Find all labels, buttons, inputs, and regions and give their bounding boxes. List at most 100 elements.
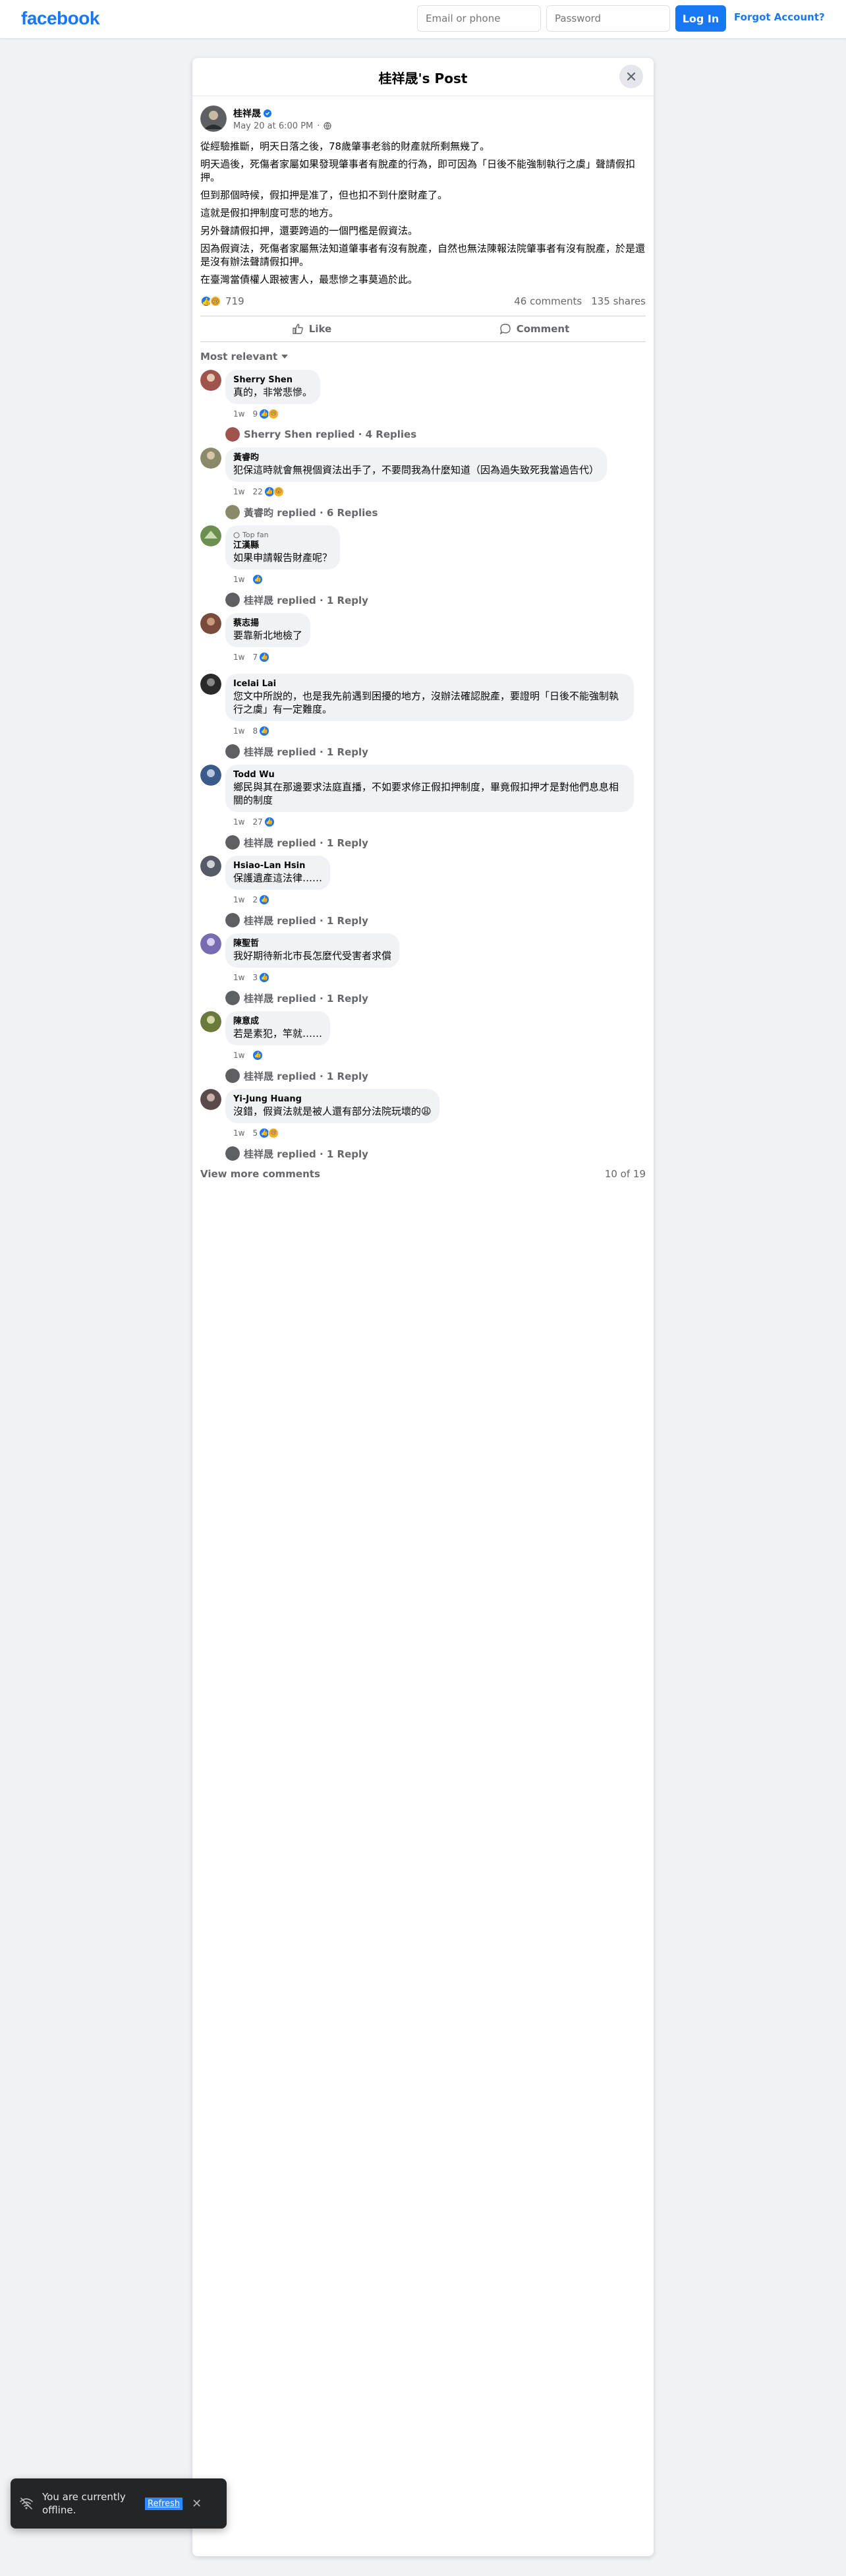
- like-reaction-icon: 👍: [259, 652, 270, 662]
- comment-sort-dropdown[interactable]: Most relevant: [200, 349, 646, 365]
- commenter-avatar[interactable]: [200, 613, 221, 634]
- forgot-account-link[interactable]: Forgot Account?: [734, 11, 825, 23]
- comment-reactions[interactable]: 👍: [252, 574, 264, 585]
- comment-reactions[interactable]: 27 👍: [252, 817, 275, 827]
- view-replies-link[interactable]: 桂祥晟 replied · 1 Reply: [225, 1146, 646, 1161]
- commenter-name[interactable]: 陳意成: [233, 1016, 322, 1027]
- view-replies-link[interactable]: 桂祥晟 replied · 1 Reply: [225, 1068, 646, 1084]
- password-field[interactable]: [546, 5, 670, 32]
- comment-item: 陳聖哲 我好期待新北市長怎麼代受害者求償 1w 3 👍: [200, 933, 646, 985]
- like-button[interactable]: Like: [200, 316, 423, 341]
- close-toast-icon[interactable]: ✕: [192, 2497, 202, 2511]
- comment-time[interactable]: 1w: [233, 575, 244, 584]
- comment-item: 黃睿昀 犯保這時就會無視個資法出手了，不要問我為什麼知道（因為過失致死我當過告代）…: [200, 448, 646, 499]
- comment-reactions[interactable]: 5 👍 😢: [252, 1128, 279, 1138]
- post-paragraph: 明天過後，死傷者家屬如果發現肇事者有脫產的行為，即可因為「日後不能強制執行之虞」…: [200, 158, 636, 183]
- top-fan-badge: Top fan: [233, 531, 332, 539]
- reaction-count: 719: [225, 295, 244, 307]
- refresh-link[interactable]: Refresh: [145, 2497, 183, 2510]
- dialog-header: 桂祥晟's Post: [192, 58, 654, 96]
- commenter-avatar[interactable]: [200, 525, 221, 546]
- commenter-name[interactable]: 蔡志揚: [233, 618, 302, 629]
- view-replies-link[interactable]: 桂祥晟 replied · 1 Reply: [225, 912, 646, 928]
- comment-text: 要靠新北地檢了: [233, 629, 303, 641]
- author-name[interactable]: 桂祥晟: [233, 107, 261, 120]
- commenter-name[interactable]: 黃睿昀: [233, 453, 599, 463]
- comment-text: 保護遺產這法律……: [233, 872, 323, 884]
- like-reaction-icon: 👍: [264, 817, 275, 827]
- comment-time[interactable]: 1w: [233, 726, 244, 736]
- comment-reactions[interactable]: 2 👍: [252, 894, 270, 905]
- thumbs-up-icon: [293, 324, 303, 334]
- comment-item: 陳意成 若是素犯，竿就…… 1w 👍: [200, 1011, 646, 1063]
- comment-text: 如果申請報告財產呢？: [233, 552, 333, 564]
- commenter-avatar[interactable]: [200, 370, 221, 391]
- view-more-comments-link[interactable]: View more comments: [200, 1168, 320, 1180]
- comment-item: Hsiao-Lan Hsin 保護遺產這法律…… 1w 2 👍: [200, 856, 646, 907]
- post-paragraph: 在臺灣當債權人跟被害人，最悲慘之事莫過於此。: [200, 274, 418, 285]
- comment-button[interactable]: Comment: [423, 316, 646, 341]
- commenter-name[interactable]: Sherry Shen: [233, 375, 312, 386]
- comment-reactions[interactable]: 3 👍: [252, 972, 270, 983]
- commenter-avatar[interactable]: [200, 933, 221, 954]
- comment-reactions[interactable]: 9 👍 😢: [252, 409, 279, 419]
- comment-time[interactable]: 1w: [233, 409, 244, 419]
- post-paragraph: 另外聲請假扣押，還要跨過的一個門檻是假資法。: [200, 225, 418, 237]
- close-button[interactable]: [619, 65, 643, 88]
- post-date[interactable]: May 20 at 6:00 PM: [233, 121, 313, 131]
- commenter-name[interactable]: Icelai Lai: [233, 679, 626, 689]
- offline-toast: You are currently offline. Refresh ✕: [11, 2478, 227, 2529]
- comment-text: 我好期待新北市長怎麼代受害者求償: [233, 950, 392, 962]
- comment-time[interactable]: 1w: [233, 817, 244, 827]
- commenter-avatar[interactable]: [200, 1089, 221, 1110]
- comment-bubble-icon: [499, 324, 511, 335]
- replier-avatar: [225, 427, 240, 442]
- commenter-avatar[interactable]: [200, 856, 221, 877]
- comments-count[interactable]: 46 comments: [514, 295, 582, 307]
- post-dialog: 桂祥晟's Post 桂祥晟 May 20 at 6:00 PM · 從經驗推斷…: [192, 58, 654, 2556]
- replier-avatar: [225, 991, 240, 1005]
- comment-time[interactable]: 1w: [233, 1051, 244, 1060]
- facebook-logo[interactable]: facebook: [21, 8, 99, 29]
- comment-time[interactable]: 1w: [233, 1128, 244, 1138]
- view-replies-link[interactable]: 桂祥晟 replied · 1 Reply: [225, 744, 646, 759]
- comment-reactions[interactable]: 22 👍 😮: [252, 486, 284, 497]
- replier-avatar: [225, 913, 240, 927]
- email-field[interactable]: [417, 5, 541, 32]
- reaction-summary[interactable]: 👍 😢 719: [200, 295, 244, 307]
- like-reaction-icon: 👍: [259, 726, 270, 736]
- post-paragraph: 這就是假扣押制度可悲的地方。: [200, 207, 339, 219]
- public-globe-icon: [324, 122, 332, 130]
- view-replies-link[interactable]: 桂祥晟 replied · 1 Reply: [225, 834, 646, 850]
- sad-reaction-icon: 😢: [268, 1128, 279, 1138]
- commenter-avatar[interactable]: [200, 448, 221, 469]
- commenter-avatar[interactable]: [200, 765, 221, 786]
- comment-reactions[interactable]: 👍: [252, 1050, 264, 1061]
- shares-count[interactable]: 135 shares: [591, 295, 646, 307]
- commenter-name[interactable]: Todd Wu: [233, 770, 626, 780]
- comment-reactions[interactable]: 7 👍: [252, 652, 270, 662]
- comment-time[interactable]: 1w: [233, 653, 244, 662]
- post-paragraph: 因為假資法，死傷者家屬無法知道肇事者有沒有脫產，自然也無法陳報法院肇事者有沒有脫…: [200, 243, 646, 268]
- comment-time[interactable]: 1w: [233, 973, 244, 982]
- commenter-avatar[interactable]: [200, 1011, 221, 1032]
- wow-reaction-icon: 😮: [273, 486, 284, 497]
- commenter-name[interactable]: Hsiao-Lan Hsin: [233, 861, 322, 871]
- commenter-name[interactable]: Yi-Jung Huang: [233, 1094, 432, 1105]
- author-avatar[interactable]: [200, 105, 227, 132]
- view-replies-link[interactable]: Sherry Shen replied · 4 Replies: [225, 426, 646, 442]
- comment-time[interactable]: 1w: [233, 487, 244, 496]
- login-button[interactable]: Log In: [675, 5, 726, 32]
- commenter-avatar[interactable]: [200, 674, 221, 695]
- view-replies-link[interactable]: 桂祥晟 replied · 1 Reply: [225, 990, 646, 1006]
- comment-time[interactable]: 1w: [233, 895, 244, 904]
- commenter-name[interactable]: 陳聖哲: [233, 939, 391, 949]
- comment-text: 您文中所說的，也是我先前遇到困擾的地方，沒辦法確認脫產，要證明「日後不能強制執行…: [233, 690, 619, 715]
- comment-reactions[interactable]: 8 👍: [252, 726, 270, 736]
- view-replies-link[interactable]: 黃睿昀 replied · 6 Replies: [225, 504, 646, 520]
- top-bar: facebook Log In Forgot Account?: [0, 0, 846, 38]
- view-replies-link[interactable]: 桂祥晟 replied · 1 Reply: [225, 592, 646, 608]
- commenter-name[interactable]: 江漢縣: [233, 541, 332, 551]
- like-reaction-icon: 👍: [252, 574, 264, 585]
- comment-item: Sherry Shen 真的，非常悲慘。 1w 9 👍 😢: [200, 370, 646, 421]
